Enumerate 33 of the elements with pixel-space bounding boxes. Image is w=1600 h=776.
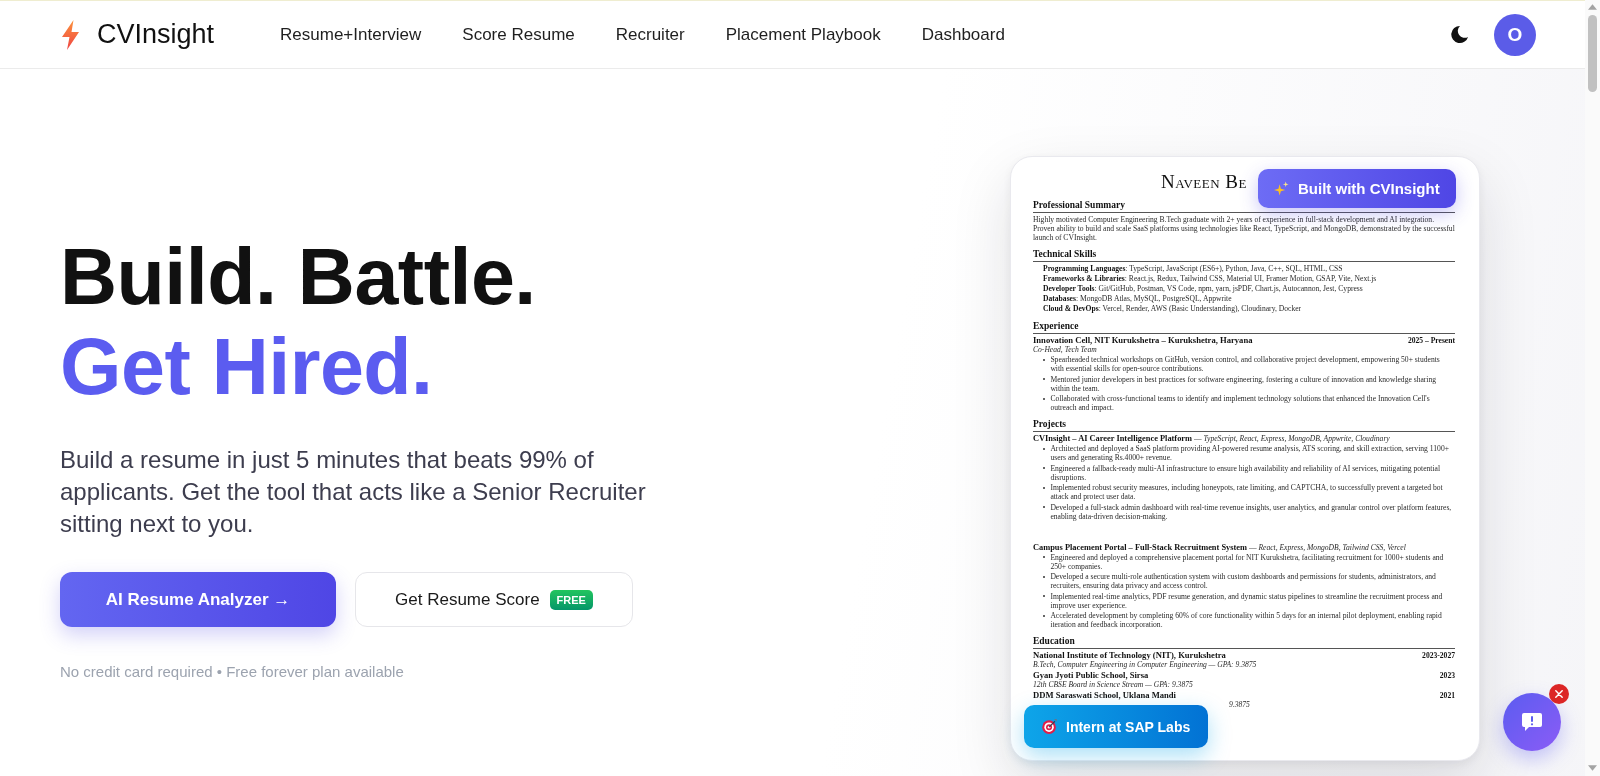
resume-name: Naveen Be [1161,171,1247,193]
resume-school-name: DDM Saraswati School, Uklana Mandi [1033,691,1176,700]
resume-entry-title: Innovation Cell, NIT Kurukshetra – Kurukshetra, Haryana [1033,336,1253,345]
moon-icon[interactable] [1450,25,1469,44]
lightning-bolt-icon [61,19,80,50]
resume-school-name: National Institute of Technology (NIT), Kurukshetra [1033,651,1226,660]
nav-link[interactable]: Dashboard [921,24,1005,45]
avatar-button[interactable]: O [1494,13,1536,56]
resume-section-heading: Experience [1033,321,1079,332]
headline-text: Build. Battle. [60,232,536,322]
resume-section-heading: Projects [1033,419,1067,430]
secondary-cta-button[interactable]: Get Resume Score FREE [355,572,633,627]
resume-school-name: Gyan Jyoti Public School, Sirsa [1033,671,1149,680]
sparkle-icon [1274,181,1289,196]
hero-description: Build a resume in just 5 minutes that beats 99% of applicants. Get the tool that acts like a Senior Recruiter sitting next to you. [60,445,647,539]
resume-section-heading: Professional Summary [1033,200,1125,211]
nav-link[interactable]: Placement Playbook [725,24,881,45]
chat-alert-icon [1522,713,1542,731]
nav-link[interactable]: Recruiter [615,24,685,45]
built-with-badge: Built with CVInsight [1258,169,1456,208]
hero-footnote: No credit card required • Free forever plan available [60,662,404,682]
brand-logo-link[interactable]: CVInsight [61,19,215,50]
nav-link[interactable]: Resume+Interview [280,24,422,45]
headline-text: Get Hired. [60,322,433,412]
close-icon [1555,690,1563,698]
free-badge: FREE [549,589,593,610]
primary-cta-button[interactable]: AI Resume Analyzer → [60,572,336,627]
resume-section-heading: Technical Skills [1033,249,1097,260]
scrollbar-thumb[interactable] [1588,15,1597,92]
achievement-badge: Intern at SAP Labs [1024,705,1209,748]
resume-section-heading: Education [1033,636,1075,647]
target-icon [1042,719,1057,734]
nav-link[interactable]: Score Resume [462,24,575,45]
